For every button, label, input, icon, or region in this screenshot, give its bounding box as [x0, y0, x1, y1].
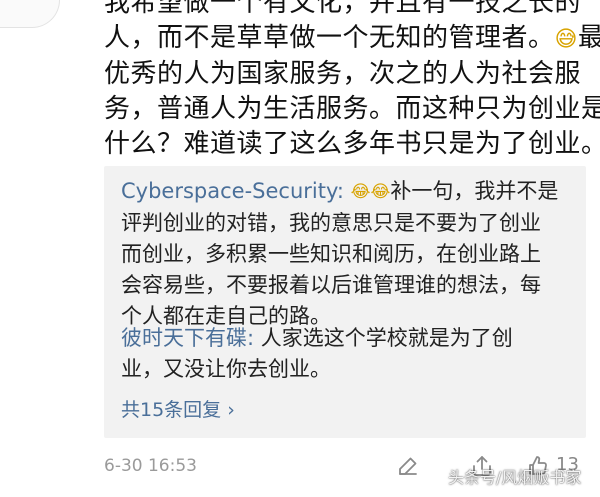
- reply-line: Cyberspace-Security: 😂😂补一句，我并不是: [121, 176, 576, 208]
- comment-body: 我希望做一个有文化，并且有一技之长的 人，而不是草草做一个无知的管理者。😅最 优…: [104, 0, 600, 162]
- reply-line: 而创业，多积累一些知识和阅历，在创业路上: [121, 242, 541, 266]
- comment-line: 什么？难道读了这么多年书只是为了创业。: [104, 129, 600, 159]
- reply-thread: Cyberspace-Security: 😂😂补一句，我并不是 评判创业的对错，…: [104, 166, 586, 438]
- comment-line: 人，而不是草草做一个无知的管理者。😅最: [104, 21, 600, 57]
- more-replies-link[interactable]: 共15条回复 ›: [121, 395, 235, 422]
- reply-author[interactable]: 彼时天下有碟:: [121, 326, 254, 350]
- comment-line: 优秀的人为国家服务，次之的人为社会服: [104, 59, 582, 89]
- comment-line-tail: 最: [577, 23, 600, 53]
- watermark: 头条号/风烟贩书家: [448, 468, 582, 487]
- reply-text: 补一句，我并不是: [390, 179, 559, 203]
- reply-item[interactable]: 彼时天下有碟: 人家选这个学校就是为了创 业，又没让你去创业。: [121, 323, 576, 385]
- crying-laughing-emoji-icon: 😂: [350, 182, 371, 202]
- reply-line: 会容易些，不要报着以后谁管理谁的想法，每: [121, 273, 541, 297]
- avatar[interactable]: [0, 0, 60, 28]
- timestamp: 6-30 16:53: [104, 456, 197, 476]
- reply-text: 人家选这个学校就是为了创: [254, 326, 513, 350]
- reply-item[interactable]: Cyberspace-Security: 😂😂补一句，我并不是 评判创业的对错，…: [121, 176, 576, 332]
- reply-author[interactable]: Cyberspace-Security:: [121, 179, 344, 203]
- edit-icon[interactable]: [396, 454, 420, 482]
- comment-line: 我希望做一个有文化，并且有一技之长的: [104, 0, 582, 18]
- reply-line: 业，又没让你去创业。: [121, 357, 331, 381]
- comment-line-text: 人，而不是草草做一个无知的管理者。: [104, 23, 555, 53]
- reply-line: 彼时天下有碟: 人家选这个学校就是为了创: [121, 323, 576, 354]
- grinning-sweat-emoji-icon: 😅: [554, 27, 578, 52]
- crying-laughing-emoji-icon: 😂: [370, 182, 391, 202]
- reply-line: 评判创业的对错，我的意思只是不要为了创业: [121, 211, 541, 235]
- comment-line: 务，普通人为生活服务。而这种只为创业是: [104, 94, 600, 124]
